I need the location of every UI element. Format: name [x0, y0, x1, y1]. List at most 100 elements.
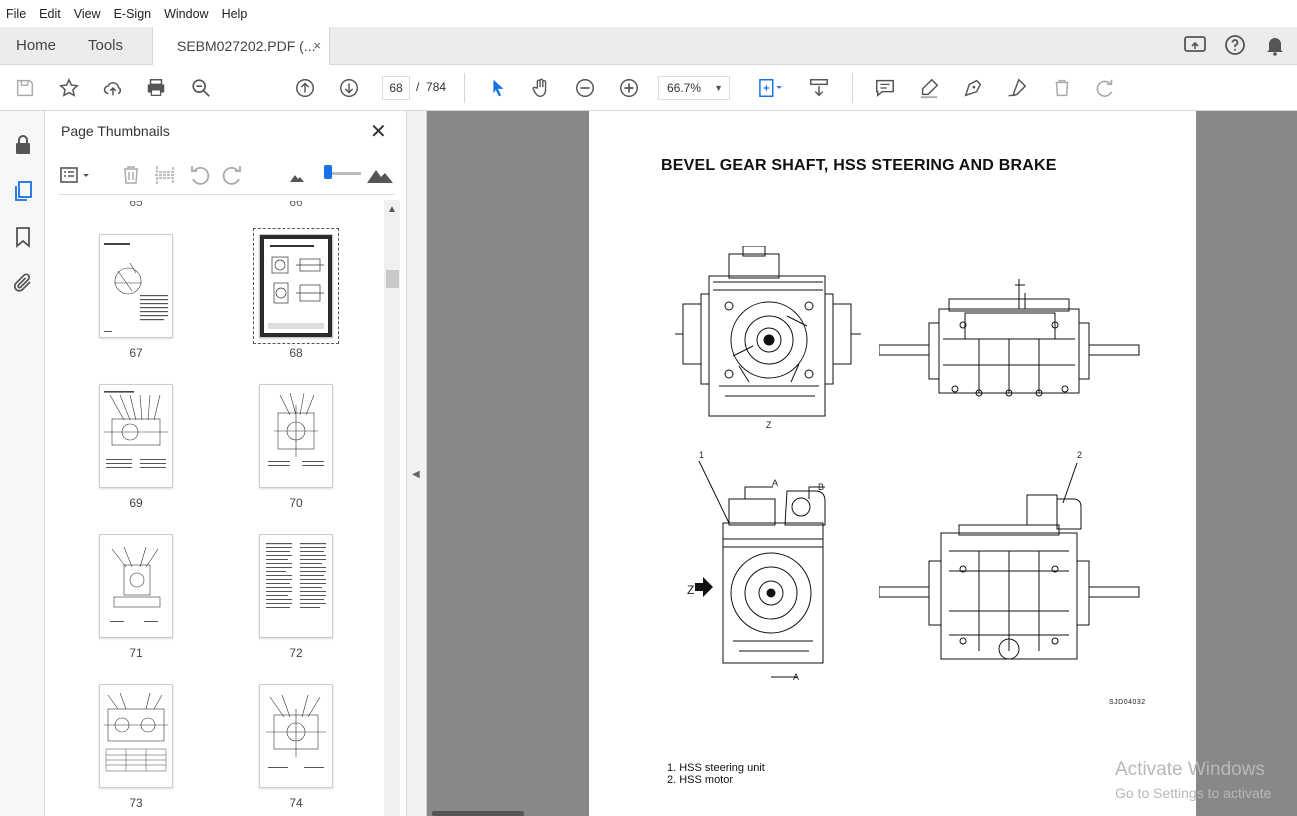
view-label-z-small: Z	[766, 420, 772, 430]
minus-circle-icon	[576, 79, 594, 97]
tab-close-icon[interactable]: ×	[313, 27, 321, 65]
menu-view[interactable]: View	[74, 7, 101, 21]
rotate-right-icon[interactable]	[221, 163, 245, 187]
notifications-bell-icon[interactable]	[1263, 33, 1287, 57]
save-button[interactable]	[12, 75, 38, 101]
thumbnail-content-diagram	[104, 391, 168, 468]
thumbnail-list: 65 66 67 68 69 70 71 72 73 74	[59, 201, 385, 816]
zoom-search-button[interactable]	[188, 75, 214, 101]
section-label-b: B	[818, 482, 825, 492]
plus-circle-icon	[620, 79, 638, 97]
callout-number-1: 1	[699, 450, 705, 460]
thumbnail-page[interactable]	[99, 684, 173, 788]
thumbnail-scrollbar-thumb[interactable]	[386, 270, 399, 288]
toolbar-divider	[464, 73, 465, 103]
thumbnail-page[interactable]	[259, 384, 333, 488]
thumbnail-options-menu-icon[interactable]	[59, 163, 95, 187]
share-screen-icon[interactable]	[1183, 33, 1207, 57]
main-toolbar: 68 / 784 66.7% ▼	[0, 65, 1297, 111]
page-heading: BEVEL GEAR SHAFT, HSS STEERING AND BRAKE	[661, 157, 1057, 174]
bookmark-icon[interactable]	[11, 225, 35, 249]
upload-cloud-button[interactable]	[100, 75, 126, 101]
thumbnail-content-diagram	[104, 692, 168, 772]
drawing-front-view	[675, 246, 861, 417]
scroll-mode-button[interactable]	[806, 75, 832, 101]
tab-document[interactable]: SEBM027202.PDF (... ×	[152, 27, 330, 66]
menu-help[interactable]: Help	[222, 7, 248, 21]
thumbnail-page[interactable]	[99, 534, 173, 638]
legend-item-2: 2. HSS motor	[667, 774, 734, 786]
select-tool-button[interactable]	[485, 75, 511, 101]
draw-button[interactable]	[960, 75, 986, 101]
previous-page-button[interactable]	[292, 75, 318, 101]
left-navigation-rail	[0, 111, 45, 816]
panel-collapse-bar[interactable]: ◀	[407, 111, 427, 816]
comment-icon	[876, 79, 894, 97]
thumbnail-size-slider-handle[interactable]	[324, 165, 332, 179]
drawing-section-view	[695, 460, 826, 678]
hand-icon	[532, 78, 547, 97]
bookmark-star-button[interactable]	[56, 75, 82, 101]
thumbnail-page-selected[interactable]	[253, 228, 339, 344]
document-page: BEVEL GEAR SHAFT, HSS STEERING AND BRAKE…	[589, 111, 1196, 816]
next-page-button[interactable]	[336, 75, 362, 101]
thumbnail-content-diagram	[264, 239, 328, 333]
thumbnail-scrollbar[interactable]	[384, 200, 400, 816]
lock-icon[interactable]	[11, 133, 35, 157]
zoom-level-select[interactable]: 66.7% ▼	[658, 76, 730, 100]
menu-file[interactable]: File	[6, 7, 26, 21]
page-number-input[interactable]: 68	[382, 76, 410, 100]
zoom-out-button[interactable]	[572, 75, 598, 101]
print-button[interactable]	[143, 75, 169, 101]
menu-esign[interactable]: E-Sign	[114, 7, 152, 21]
drawing-top-view	[879, 462, 1140, 660]
delete-page-icon[interactable]	[119, 163, 143, 187]
figure-code: SJD04032	[1109, 699, 1146, 706]
tab-home[interactable]: Home	[16, 27, 56, 65]
activation-watermark-subtitle: Go to Settings to activate	[1115, 785, 1272, 801]
thumbnail-page-number: 72	[289, 646, 303, 660]
figure-legend: 1. HSS steering unit 2. HSS motor	[667, 762, 765, 786]
comment-button[interactable]	[872, 75, 898, 101]
horizontal-scroll-indicator[interactable]	[432, 811, 524, 816]
thumbnail-size-slider-track[interactable]	[327, 172, 361, 175]
toolbar-divider	[852, 73, 853, 103]
split-page-icon[interactable]	[153, 163, 177, 187]
sign-button[interactable]	[1004, 75, 1030, 101]
thumbnail-page-number: 69	[129, 496, 143, 510]
thumbnail-page[interactable]	[259, 534, 333, 638]
tab-bar: Home Tools SEBM027202.PDF (... ×	[0, 27, 1297, 66]
panel-close-icon[interactable]: ✕	[370, 119, 387, 144]
larger-thumbnails-icon[interactable]	[365, 163, 395, 187]
total-pages: 784	[426, 80, 447, 94]
thumbnail-page-number: 73	[129, 796, 143, 810]
thumbnail-page[interactable]	[259, 684, 333, 788]
scroll-up-icon[interactable]: ▲	[387, 204, 397, 215]
smaller-thumbnails-icon[interactable]	[285, 163, 309, 187]
delete-button[interactable]	[1049, 75, 1075, 101]
redo-button[interactable]	[1092, 75, 1118, 101]
pages-thumbnail-icon[interactable]	[11, 179, 35, 203]
attachment-paperclip-icon[interactable]	[11, 271, 35, 295]
thumbnail-page-number: 67	[129, 346, 143, 360]
rotate-left-icon[interactable]	[187, 163, 211, 187]
magnifier-minus-icon	[192, 79, 210, 97]
menu-edit[interactable]: Edit	[39, 7, 61, 21]
thumbnail-content-diagram	[268, 392, 324, 466]
cursor-arrow-icon	[493, 79, 504, 97]
menu-bar: File Edit View E-Sign Window Help	[0, 0, 1297, 27]
print-icon	[147, 79, 165, 96]
menu-window[interactable]: Window	[164, 7, 208, 21]
highlight-button[interactable]	[916, 75, 942, 101]
thumbnail-content-text	[266, 543, 326, 608]
tab-tools[interactable]: Tools	[88, 27, 123, 65]
zoom-in-button[interactable]	[616, 75, 642, 101]
help-icon[interactable]	[1223, 33, 1247, 57]
thumbnail-page[interactable]	[99, 234, 173, 338]
thumbnail-page[interactable]	[99, 384, 173, 488]
hand-tool-button[interactable]	[528, 75, 554, 101]
thumbnail-panel-toolbar	[59, 155, 395, 195]
page-fit-button[interactable]	[752, 75, 788, 101]
view-label-z-arrow: Z	[687, 583, 695, 597]
scroll-down-icon	[810, 79, 828, 97]
